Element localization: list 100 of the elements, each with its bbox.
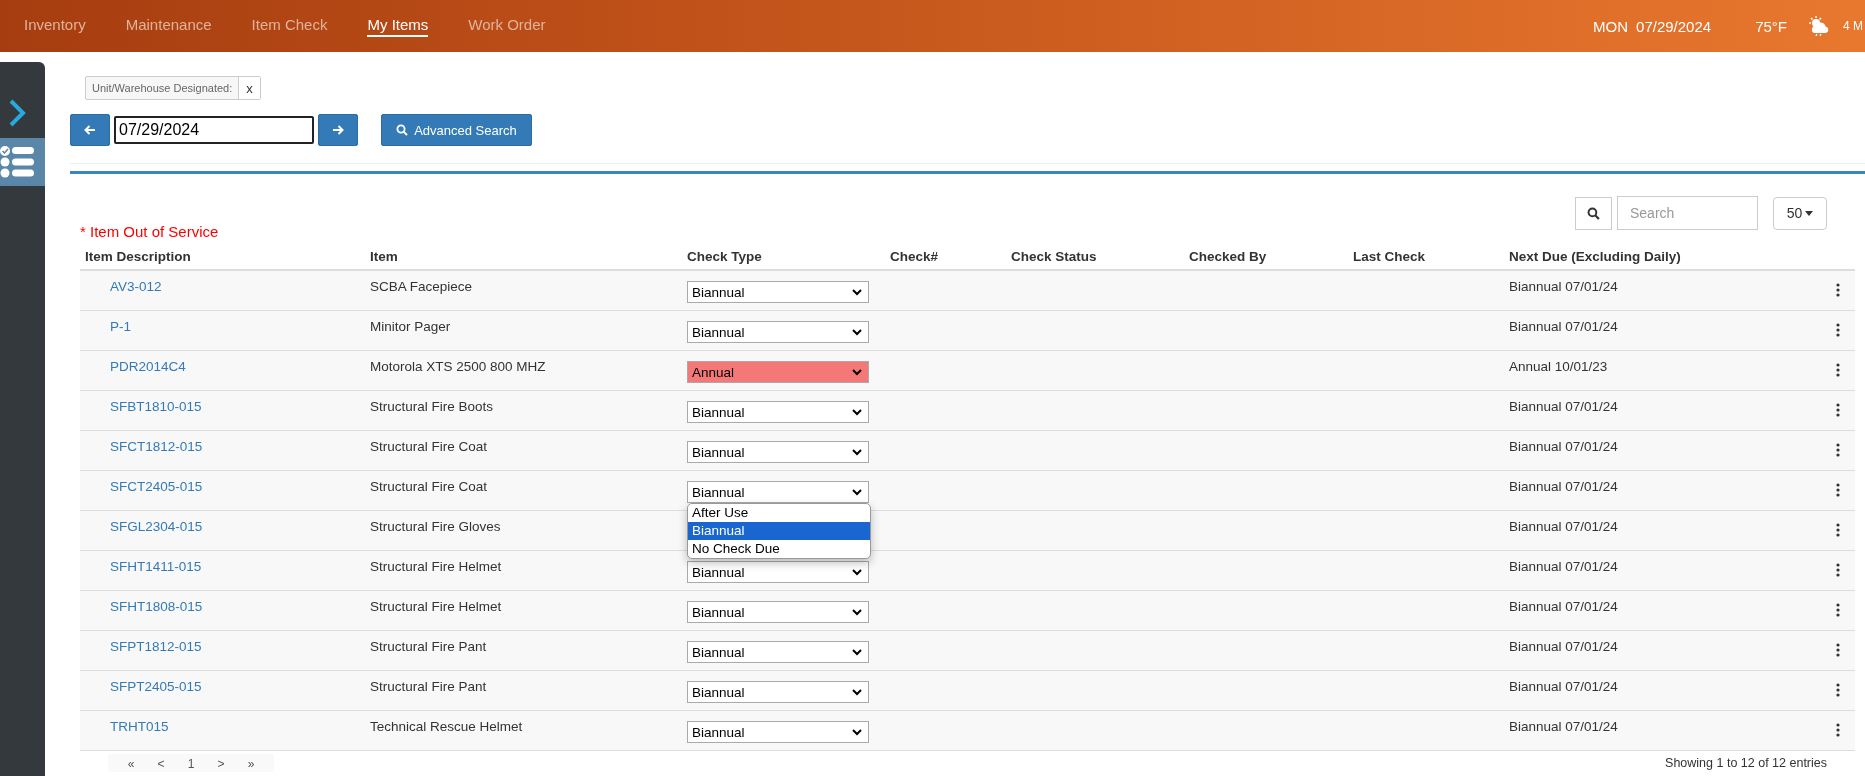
table-cell: Biannual 07/01/24 [1509, 599, 1618, 614]
checklist-icon [0, 145, 34, 179]
table-cell: Biannual 07/01/24 [1509, 639, 1618, 654]
item-link[interactable]: SFPT2405-015 [110, 679, 202, 694]
table-cell: Structural Fire Coat [370, 439, 488, 454]
item-link[interactable]: TRHT015 [110, 719, 169, 734]
table-cell: Minitor Pager [370, 319, 451, 334]
next-date-button[interactable] [318, 114, 358, 146]
table-cell: Structural Fire Boots [370, 399, 494, 414]
item-link[interactable]: PDR2014C4 [110, 359, 186, 374]
entries-summary: Showing 1 to 12 of 12 entries [1665, 756, 1827, 770]
item-link[interactable]: P-1 [110, 319, 131, 334]
chevron-down-icon [852, 728, 862, 736]
check-type-select[interactable]: Biannual [687, 681, 869, 703]
item-link[interactable]: SFHT1411-015 [110, 559, 202, 574]
pagination-button[interactable]: « [116, 756, 146, 772]
item-link[interactable]: SFPT1812-015 [110, 639, 202, 654]
day-label: MON [1593, 17, 1629, 35]
previous-date-button[interactable] [70, 114, 110, 146]
table-cell: Biannual 07/01/24 [1509, 399, 1618, 414]
pagination-button[interactable]: 1 [176, 756, 206, 772]
check-type-select[interactable]: Biannual [687, 561, 869, 583]
dropdown-option[interactable]: No Check Due [688, 540, 870, 558]
more-options-icon[interactable] [1835, 563, 1840, 577]
check-type-select[interactable]: Biannual [687, 281, 869, 303]
table-cell: Motorola XTS 2500 800 MHZ [370, 359, 546, 374]
more-options-icon[interactable] [1835, 283, 1840, 297]
top-bar-text: 4 M [1843, 19, 1863, 33]
check-type-select[interactable]: Biannual [687, 481, 869, 503]
checklist-button[interactable] [0, 138, 45, 186]
more-options-icon[interactable] [1835, 403, 1840, 417]
search-field[interactable]: Search [1617, 196, 1758, 230]
more-options-icon[interactable] [1835, 363, 1840, 377]
item-link[interactable]: SFGL2304-015 [110, 519, 203, 534]
temperature-label: 75°F [1755, 17, 1787, 35]
chevron-down-icon [852, 648, 862, 656]
column-header: Check Status [1010, 248, 1098, 264]
table-cell: Biannual 07/01/24 [1509, 319, 1618, 334]
item-link[interactable]: SFHT1808-015 [110, 599, 203, 614]
chevron-down-icon [852, 488, 862, 496]
table-cell: Annual 10/01/23 [1509, 359, 1608, 374]
chevron-down-icon [852, 608, 862, 616]
check-type-select[interactable]: Biannual [687, 401, 869, 423]
more-options-icon[interactable] [1835, 443, 1840, 457]
table-cell: Biannual 07/01/24 [1509, 519, 1618, 534]
table-cell: Structural Fire Coat [370, 479, 488, 494]
table-cell: Structural Fire Pant [370, 679, 487, 694]
more-options-icon[interactable] [1835, 603, 1840, 617]
table-cell: Structural Fire Gloves [370, 519, 501, 534]
check-type-select[interactable]: Biannual [687, 321, 869, 343]
search-icon [1587, 206, 1600, 220]
search-button[interactable] [1575, 196, 1612, 230]
more-options-icon[interactable] [1835, 323, 1840, 337]
dropdown-option[interactable]: Biannual [688, 522, 870, 540]
item-link[interactable]: AV3-012 [110, 279, 162, 294]
dropdown-option[interactable]: After Use [688, 504, 870, 522]
table-cell: Biannual 07/01/24 [1509, 479, 1618, 494]
more-options-icon[interactable] [1835, 523, 1840, 537]
table-cell: Structural Fire Helmet [370, 599, 502, 614]
chevron-down-icon [852, 688, 862, 696]
check-type-select[interactable]: Biannual [687, 641, 869, 663]
chevron-down-icon [852, 328, 862, 336]
item-link[interactable]: SFCT2405-015 [110, 479, 203, 494]
date-input-field[interactable]: 07/29/2024 [114, 116, 314, 144]
advanced-search-button[interactable]: Advanced Search [381, 114, 532, 146]
pagination-button[interactable]: < [146, 756, 176, 772]
column-header: Checked By [1188, 248, 1268, 264]
column-header: Item Description [84, 248, 192, 264]
nav-tab[interactable]: My Items [367, 15, 429, 37]
caret-icon [1805, 210, 1814, 216]
table-cell: Biannual 07/01/24 [1509, 279, 1618, 294]
filter-tag-label: Unit/Warehouse Designated: [91, 81, 234, 96]
more-options-icon[interactable] [1835, 643, 1840, 657]
check-type-select[interactable]: Annual [687, 361, 869, 383]
more-options-icon[interactable] [1835, 723, 1840, 737]
date-label: 07/29/2024 [1636, 17, 1712, 35]
table-cell: Structural Fire Helmet [370, 559, 502, 574]
table-cell: Biannual 07/01/24 [1509, 439, 1618, 454]
check-type-select[interactable]: Biannual [687, 601, 869, 623]
column-header: Check Type [686, 248, 763, 264]
column-header: Last Check [1352, 248, 1427, 264]
pagination-button[interactable]: > [206, 756, 236, 772]
table-cell: Technical Rescue Helmet [370, 719, 523, 734]
remove-filter-button[interactable]: x [238, 77, 260, 99]
column-header: Item [369, 248, 399, 264]
pagination-button[interactable]: » [236, 756, 266, 772]
check-type-select[interactable]: Biannual [687, 441, 869, 463]
search-icon [396, 124, 409, 136]
more-options-icon[interactable] [1835, 483, 1840, 497]
arrow-left-icon [84, 125, 96, 135]
item-link[interactable]: SFBT1810-015 [110, 399, 202, 414]
table-cell: Structural Fire Pant [370, 639, 487, 654]
page-size-dropdown[interactable]: 50 [1773, 196, 1827, 230]
table-cell: SCBA Facepiece [370, 279, 473, 294]
column-header: Check# [889, 248, 940, 264]
chevron-right-icon[interactable] [8, 98, 26, 128]
check-type-select[interactable]: Biannual [687, 721, 869, 743]
more-options-icon[interactable] [1835, 683, 1840, 697]
table-cell: Biannual 07/01/24 [1509, 679, 1618, 694]
item-link[interactable]: SFCT1812-015 [110, 439, 203, 454]
